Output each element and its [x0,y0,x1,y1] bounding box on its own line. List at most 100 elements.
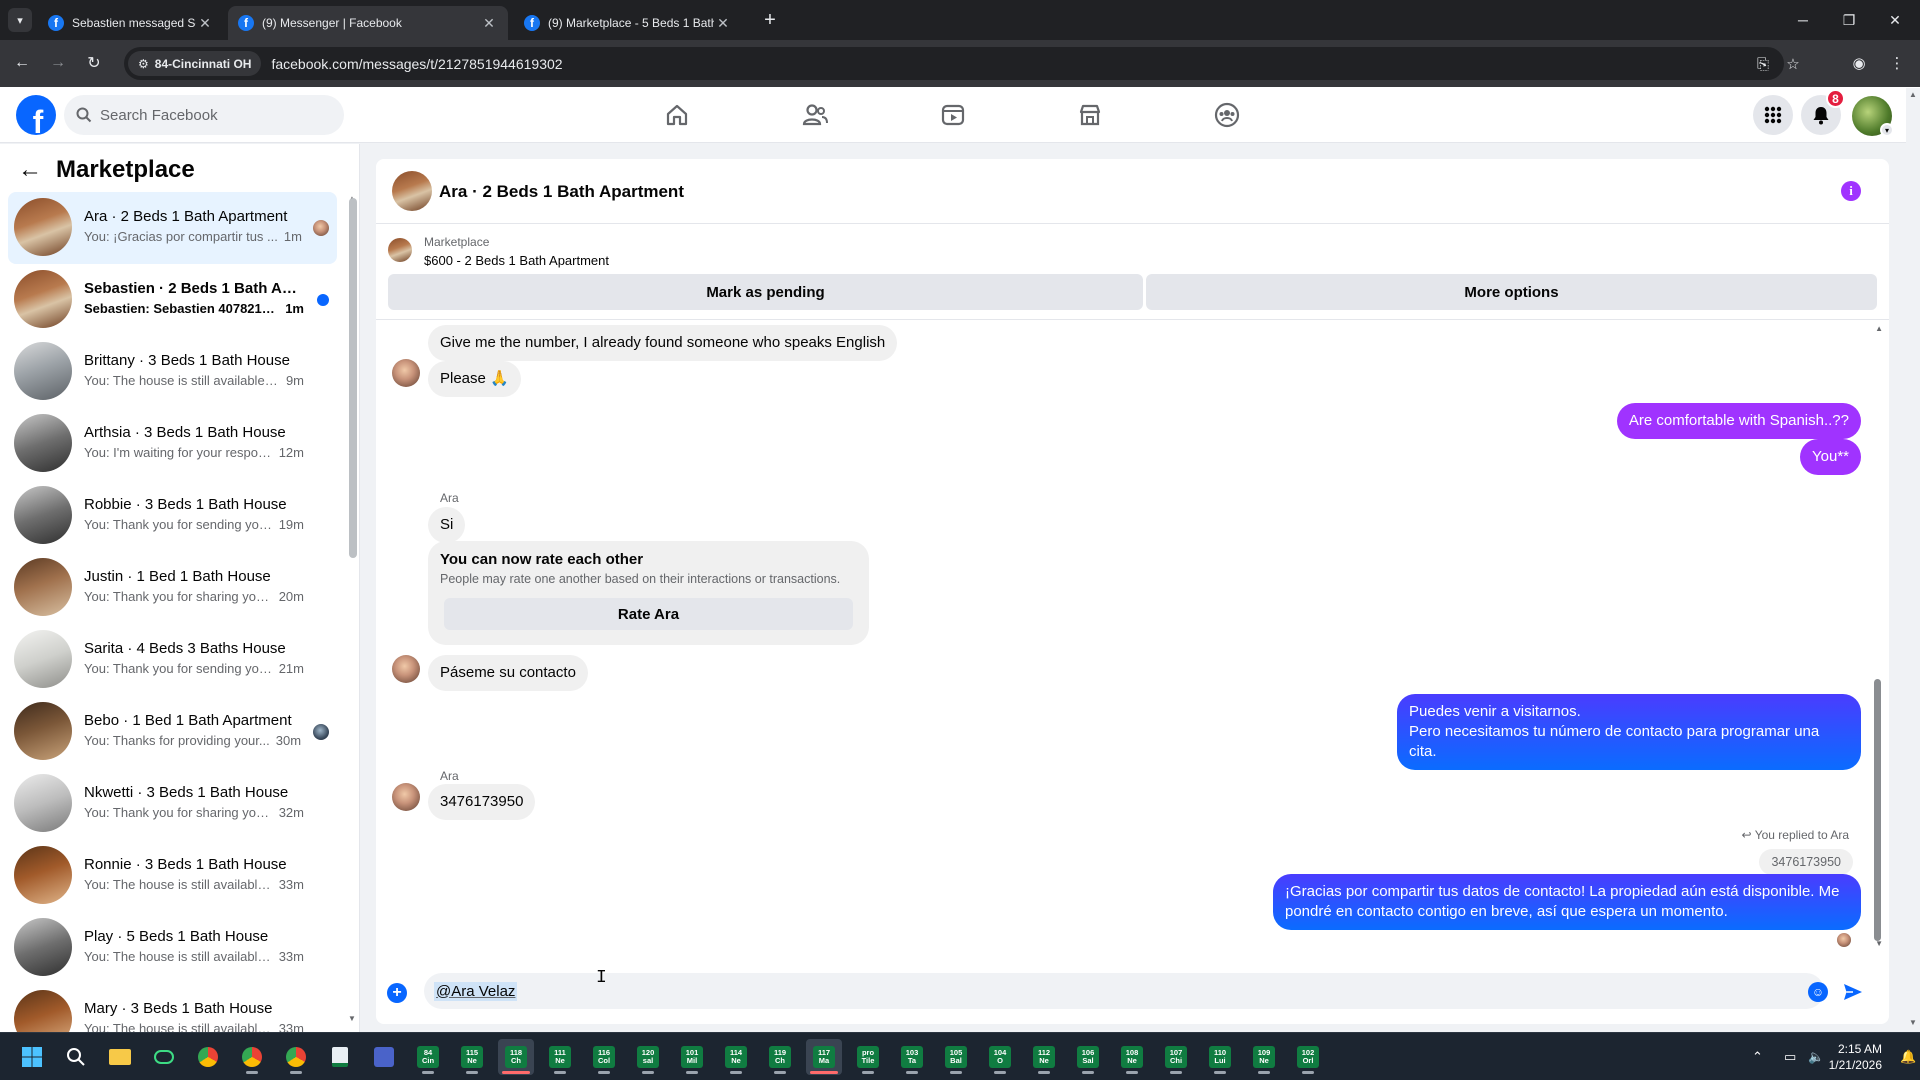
notifications-button[interactable]: 8 [1801,89,1845,135]
url-text[interactable]: facebook.com/messages/t/2127851944619302 [271,56,562,72]
search-input[interactable] [100,106,320,124]
spreadsheet-window-button[interactable]: 109 Ne [1246,1039,1282,1075]
outgoing-message[interactable]: ¡Gracias por compartir tus datos de cont… [1273,874,1861,930]
system-clock[interactable]: 2:15 AM 1/21/2026 [1829,1041,1882,1073]
mention-chip[interactable]: @Ara Velaz [434,981,518,1001]
start-button[interactable] [14,1039,50,1075]
conversation-item[interactable]: Brittany · 3 Beds 1 Bath House You: The h… [8,336,337,408]
spreadsheet-window-button[interactable]: 115 Ne [454,1039,490,1075]
send-button[interactable] [1841,980,1865,1004]
incoming-message[interactable]: Si [428,507,466,543]
more-options-button[interactable]: More options [1146,274,1877,310]
taskbar-search-button[interactable] [58,1039,94,1075]
back-icon[interactable]: ← [10,51,34,75]
notifications-tray-icon[interactable]: 🔔 [1900,1033,1916,1080]
spreadsheet-window-button[interactable]: 107 Chi [1158,1039,1194,1075]
app-button[interactable] [146,1039,182,1075]
groups-tab[interactable] [1172,87,1282,143]
spreadsheet-window-button[interactable]: pro Tile [850,1039,886,1075]
close-tab-icon[interactable]: ✕ [196,15,214,32]
conversation-item[interactable]: Robbie · 3 Beds 1 Bath House You: Thank y… [8,480,337,552]
page-scrollbar[interactable]: ▲ ▼ [1906,88,1920,1032]
listing-avatar[interactable] [392,171,432,211]
spreadsheet-window-button[interactable]: 120 sal [630,1039,666,1075]
site-info-chip[interactable]: ⚙ 84-Cincinnati OH [128,51,262,76]
minimize-button[interactable]: ─ [1780,0,1826,40]
close-tab-icon[interactable]: ✕ [714,15,732,32]
spreadsheet-window-button[interactable]: 118 Ch [498,1039,534,1075]
tab-search-button[interactable]: ▾ [8,8,32,32]
marketplace-tab[interactable] [1035,87,1145,143]
chat-title[interactable]: Ara · 2 Beds 1 Bath Apartment [439,182,684,202]
sender-avatar[interactable] [392,359,420,387]
scroll-down-icon[interactable]: ▼ [1875,939,1883,948]
mark-as-pending-button[interactable]: Mark as pending [388,274,1143,310]
restore-button[interactable]: ❐ [1826,0,1872,40]
reload-icon[interactable]: ↻ [82,51,106,75]
sender-avatar[interactable] [392,655,420,683]
incoming-message[interactable]: Páseme su contacto [428,655,588,691]
spreadsheet-window-button[interactable]: 116 Col [586,1039,622,1075]
spreadsheet-window-button[interactable]: 114 Ne [718,1039,754,1075]
show-hidden-icons-button[interactable]: ⌃ [1752,1033,1763,1080]
conversation-item[interactable]: Sebastien · 2 Beds 1 Bath Apar... Sebasti… [8,264,337,336]
spreadsheet-window-button[interactable]: 110 Lui [1202,1039,1238,1075]
spreadsheet-window-button[interactable]: 84 Cin [410,1039,446,1075]
file-explorer-button[interactable] [102,1039,138,1075]
rate-ara-button[interactable]: Rate Ara [444,598,853,630]
chrome-button[interactable] [190,1039,226,1075]
video-tab[interactable] [898,87,1008,143]
address-bar[interactable]: ⚙ 84-Cincinnati OH facebook.com/messages… [124,47,1800,80]
friends-tab[interactable] [760,87,870,143]
spreadsheet-window-button[interactable]: 102 Orl [1290,1039,1326,1075]
conversation-item[interactable]: Ronnie · 3 Beds 1 Bath House You: The hou… [8,840,337,912]
conversation-item[interactable]: Ara · 2 Beds 1 Bath Apartment You: ¡Graci… [8,192,337,264]
chevron-down-icon[interactable]: ▾ [1880,123,1894,137]
thread-scrollbar[interactable] [1874,679,1881,941]
spreadsheet-window-button[interactable]: 108 Ne [1114,1039,1150,1075]
message-input[interactable]: @Ara Velaz [424,973,1824,1009]
emoji-icon[interactable]: ☺ [1808,982,1828,1002]
spreadsheet-window-button[interactable]: 117 Ma [806,1039,842,1075]
volume-icon[interactable]: 🔈 [1808,1033,1824,1080]
browser-tab-3[interactable]: f (9) Marketplace - 5 Beds 1 Bath ✕ [514,6,742,40]
forward-icon[interactable]: → [46,51,70,75]
spreadsheet-window-button[interactable]: 112 Ne [1026,1039,1062,1075]
listing-price-title[interactable]: $600 - 2 Beds 1 Bath Apartment [424,253,609,268]
install-app-icon[interactable]: ⎘ [1750,51,1776,77]
new-tab-button[interactable]: + [758,8,782,32]
browser-tab-1[interactable]: f Sebastien messaged Sebastien ✕ [38,6,224,40]
spreadsheet-window-button[interactable]: 111 Ne [542,1039,578,1075]
info-icon[interactable]: i [1841,181,1861,201]
incoming-message[interactable]: 3476173950 [428,784,536,820]
spreadsheet-window-button[interactable]: 104 O [982,1039,1018,1075]
facebook-logo-icon[interactable]: f [16,95,56,135]
scroll-up-icon[interactable]: ▲ [1909,90,1917,99]
conversation-list-scrollbar[interactable] [349,198,357,558]
conversation-item[interactable]: Mary · 3 Beds 1 Bath House You: The house… [8,984,337,1032]
conversation-item[interactable]: Arthsia · 3 Beds 1 Bath House You: I'm wa… [8,408,337,480]
notepad-button[interactable] [322,1039,358,1075]
close-window-button[interactable]: ✕ [1872,0,1918,40]
facebook-search[interactable] [64,95,344,135]
spreadsheet-window-button[interactable]: 101 Mil [674,1039,710,1075]
sender-avatar[interactable] [392,783,420,811]
spreadsheet-window-button[interactable]: 119 Ch [762,1039,798,1075]
conversation-item[interactable]: Nkwetti · 3 Beds 1 Bath House You: Thank … [8,768,337,840]
conversation-item[interactable]: Sarita · 4 Beds 3 Baths House You: Thank … [8,624,337,696]
close-tab-icon[interactable]: ✕ [480,15,498,32]
outgoing-message[interactable]: Puedes venir a visitarnos. Pero necesita… [1397,694,1861,770]
conversation-item[interactable]: Justin · 1 Bed 1 Bath House You: Thank yo… [8,552,337,624]
profile-icon[interactable]: ◉ [1846,50,1872,76]
scroll-up-icon[interactable]: ▲ [1875,324,1883,333]
app-button[interactable] [366,1039,402,1075]
chrome-profile-button[interactable] [278,1039,314,1075]
menu-grid-button[interactable] [1753,95,1793,135]
conversation-item[interactable]: Play · 5 Beds 1 Bath House You: The house… [8,912,337,984]
outgoing-message[interactable]: You** [1800,439,1861,475]
quoted-message[interactable]: 3476173950 [1759,849,1853,875]
incoming-message[interactable]: Please 🙏 [428,361,521,397]
conversation-item[interactable]: Bebo · 1 Bed 1 Bath Apartment You: Thanks… [8,696,337,768]
scroll-down-icon[interactable]: ▼ [1909,1018,1917,1027]
outgoing-message[interactable]: Are comfortable with Spanish..?? [1616,403,1861,439]
